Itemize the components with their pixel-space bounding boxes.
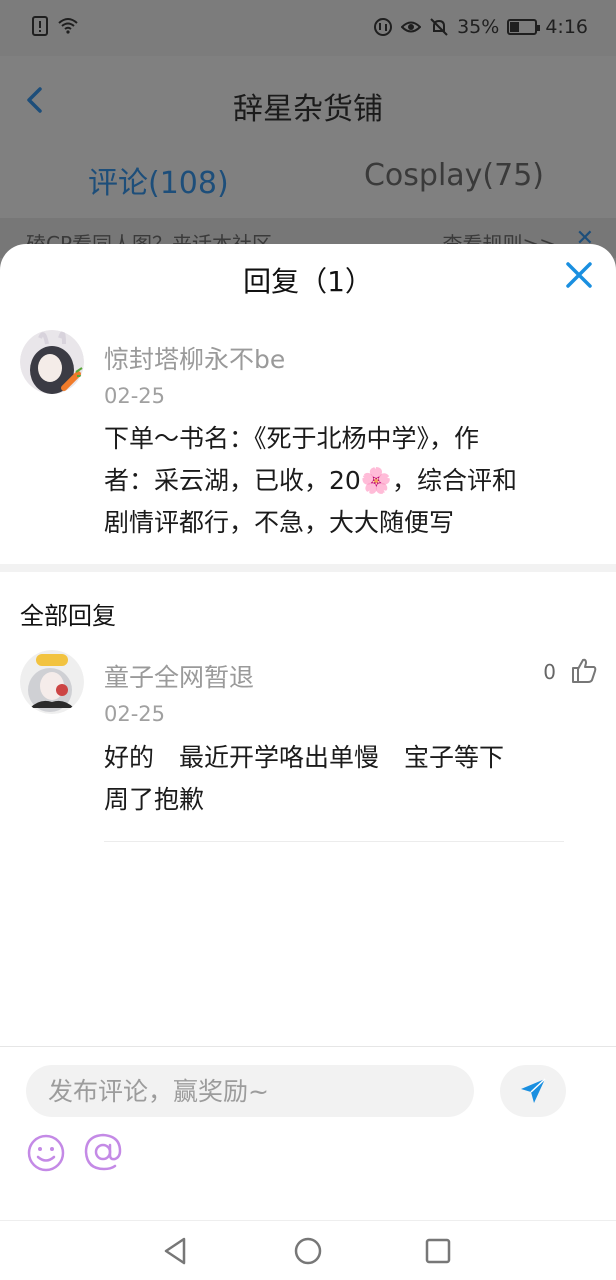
wifi-icon — [58, 18, 78, 34]
thumbs-up-icon[interactable] — [570, 656, 598, 684]
tab-bar: 评论(108) Cosplay(75) — [0, 152, 616, 212]
close-icon[interactable] — [564, 260, 594, 290]
reply-sheet: 回复（1） 惊封塔柳永不be 02-25 下单～书名：《死于北杨中学》，作 者：… — [0, 244, 616, 1220]
battery-icon — [507, 19, 541, 35]
alert-icon — [32, 16, 48, 36]
section-divider — [0, 564, 616, 572]
status-right: 35% 4:16 — [373, 16, 588, 38]
battery-percent: 35% — [457, 16, 500, 38]
comment-text-line: 者：采云湖，已收，20🌸，综合评和 — [104, 466, 517, 495]
comment-input-wrapper — [26, 1065, 474, 1117]
reply-username[interactable]: 童子全网暂退 — [104, 658, 254, 694]
eye-icon — [401, 21, 422, 33]
reply-date: 02-25 — [104, 702, 166, 726]
status-left — [30, 16, 78, 36]
page-title: 辞星杂货铺 — [233, 92, 383, 127]
reply-avatar[interactable] — [20, 650, 84, 714]
like-count: 0 — [543, 660, 556, 684]
emoji-icon[interactable] — [26, 1133, 66, 1173]
avatar[interactable] — [20, 330, 84, 394]
reply-text-line: 周了抱歉 — [104, 785, 205, 814]
data-icon — [374, 18, 393, 36]
reply-divider — [104, 841, 564, 842]
send-button[interactable] — [500, 1065, 566, 1117]
mute-icon — [430, 18, 448, 36]
comment-input[interactable] — [26, 1065, 474, 1117]
home-circle-icon[interactable] — [292, 1235, 324, 1267]
page-header: 辞星杂货铺 — [0, 56, 616, 140]
comment-input-bar — [0, 1046, 616, 1220]
comment-text-line: 剧情评都行，不急，大大随便写 — [104, 508, 455, 537]
clock: 4:16 — [545, 16, 588, 38]
reply-text: 好的 最近开学咯出单慢 宝子等下 周了抱歉 — [104, 737, 504, 821]
tab-comments[interactable]: 评论(108) — [88, 158, 229, 202]
system-nav-bar — [0, 1220, 616, 1280]
sheet-title: 回复（1） — [243, 265, 373, 298]
reply-text-line: 好的 最近开学咯出单慢 宝子等下 — [104, 743, 505, 772]
send-icon — [521, 1078, 546, 1103]
comment-username[interactable]: 惊封塔柳永不be — [104, 340, 285, 376]
tab-cosplay[interactable]: Cosplay(75) — [364, 158, 544, 193]
recents-square-icon[interactable] — [422, 1235, 454, 1267]
back-triangle-icon[interactable] — [160, 1235, 192, 1267]
mention-icon[interactable] — [82, 1131, 124, 1173]
comment-text-line: 下单～书名：《死于北杨中学》，作 — [104, 424, 480, 453]
comment-text: 下单～书名：《死于北杨中学》，作 者：采云湖，已收，20🌸，综合评和 剧情评都行… — [104, 418, 517, 544]
status-bar: 35% 4:16 — [0, 0, 616, 56]
background-page: 辞星杂货铺 评论(108) Cosplay(75) 磕CP看同人图？来话本社区 … — [0, 56, 616, 258]
all-replies-title: 全部回复 — [20, 602, 116, 630]
comment-date: 02-25 — [104, 384, 166, 408]
battery-fill — [510, 22, 520, 32]
